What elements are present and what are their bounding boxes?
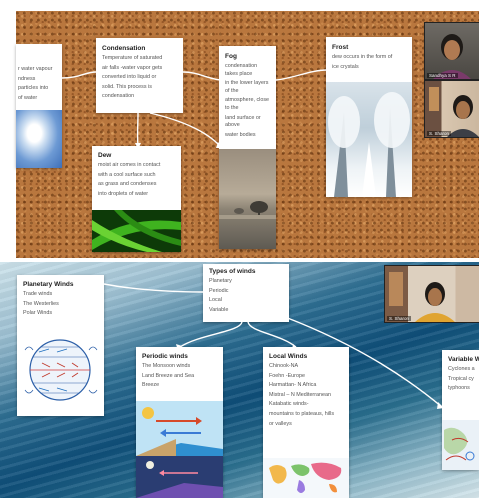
participant-video-sharon[interactable]: S. Sharon [424, 80, 479, 138]
person-avatar [389, 272, 455, 322]
board-top-screenshot: r water vapour ndness particles into of … [0, 0, 479, 258]
participant-name: S. Sharon [387, 316, 412, 321]
person-avatar [429, 87, 479, 137]
person-avatar [433, 34, 471, 79]
participant-video-sandhya[interactable]: Sandhya S R [424, 22, 479, 80]
connector-lines [61, 69, 328, 149]
board-bottom-screenshot: Types of winds Planetary Periodic Local … [0, 262, 479, 498]
participant-name: S. Sharon [427, 131, 452, 136]
participant-name: Sandhya S R [427, 73, 458, 78]
participant-video-sharon[interactable]: S. Sharon [384, 265, 479, 323]
